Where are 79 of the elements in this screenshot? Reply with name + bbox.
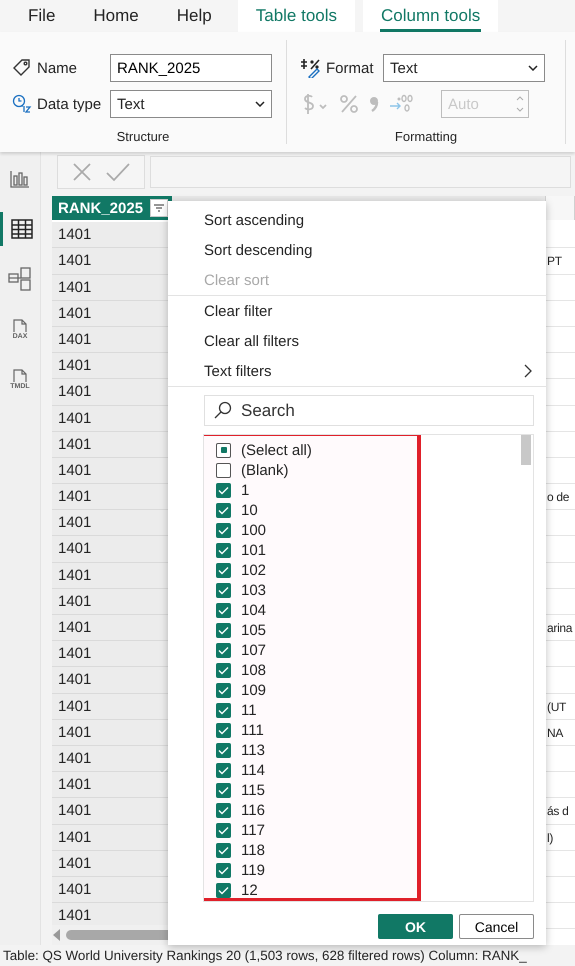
checkbox[interactable] xyxy=(216,862,231,878)
table-icon xyxy=(10,219,32,239)
checkbox-label[interactable]: 103 xyxy=(241,582,266,598)
clock-number-icon xyxy=(12,94,32,114)
checkbox-label[interactable]: (Select all) xyxy=(241,442,312,458)
checkbox[interactable] xyxy=(216,682,231,698)
search-field[interactable]: Search xyxy=(204,395,534,426)
checkbox-label[interactable]: 10 xyxy=(241,502,258,518)
checkbox-label[interactable]: 119 xyxy=(241,862,265,878)
checkbox[interactable] xyxy=(216,582,231,598)
report-icon xyxy=(10,170,30,188)
checkbox-label[interactable]: 104 xyxy=(241,602,266,618)
name-label: Name xyxy=(12,58,104,78)
ribbon-tab[interactable]: Table tools xyxy=(238,0,356,32)
group-label: Formatting xyxy=(394,129,458,144)
checkbox-label[interactable]: 108 xyxy=(241,662,266,678)
checkbox-label[interactable]: 118 xyxy=(241,842,265,858)
checkbox-label[interactable]: 11 xyxy=(241,702,257,718)
format-dropdown[interactable]: Text xyxy=(383,54,545,82)
checkbox[interactable] xyxy=(216,622,231,638)
checkbox-label[interactable]: 101 xyxy=(241,542,266,558)
formula-field[interactable] xyxy=(150,156,571,188)
filter-icon xyxy=(154,204,164,212)
checkbox[interactable] xyxy=(216,502,231,518)
checkbox[interactable] xyxy=(216,542,231,558)
checkbox[interactable] xyxy=(216,802,231,818)
checkbox[interactable] xyxy=(216,842,231,858)
checkbox[interactable] xyxy=(216,722,231,738)
checkbox[interactable] xyxy=(216,702,231,718)
checkbox[interactable] xyxy=(216,462,231,478)
checkbox[interactable] xyxy=(216,762,231,778)
checkbox[interactable] xyxy=(216,562,231,578)
checkbox[interactable] xyxy=(216,522,231,538)
checkbox[interactable] xyxy=(216,822,231,838)
checkbox-label[interactable]: (Blank) xyxy=(241,462,289,478)
name-field[interactable]: RANK_2025 xyxy=(110,54,272,82)
chevron-right-icon xyxy=(524,364,532,378)
checkbox[interactable] xyxy=(216,442,231,458)
data-type-dropdown[interactable]: Text xyxy=(110,90,272,118)
ok-button[interactable]: OK xyxy=(378,914,453,939)
spin-arrows-icon xyxy=(516,95,524,113)
checkmark-icon[interactable] xyxy=(106,162,130,182)
checkbox-label[interactable]: 116 xyxy=(241,802,265,818)
checkbox-label[interactable]: 109 xyxy=(241,682,266,698)
checkbox[interactable] xyxy=(216,482,231,498)
checkbox[interactable] xyxy=(216,882,231,898)
checkbox[interactable] xyxy=(216,742,231,758)
checkbox-label[interactable]: 1 xyxy=(241,482,250,498)
checkbox-label[interactable]: 117 xyxy=(241,822,265,838)
checkbox[interactable] xyxy=(216,602,231,618)
chevron-down-icon xyxy=(528,65,538,71)
checkbox-label[interactable]: 107 xyxy=(241,642,266,658)
search-icon xyxy=(214,401,232,419)
cancel-button[interactable]: Cancel xyxy=(459,914,534,939)
model-icon xyxy=(8,267,32,291)
checkbox-label[interactable]: 115 xyxy=(241,782,265,798)
checkbox-label[interactable]: 111 xyxy=(241,722,264,738)
scrollbar-thumb[interactable] xyxy=(521,435,531,465)
group-label: Structure xyxy=(116,129,170,144)
checkbox-label[interactable]: 102 xyxy=(241,562,266,578)
checkbox[interactable] xyxy=(216,642,231,658)
ribbon-tab[interactable]: Column tools xyxy=(363,0,498,32)
ribbon-tab[interactable]: File xyxy=(10,0,74,32)
checkbox-label[interactable]: 105 xyxy=(241,622,266,638)
tag-icon xyxy=(12,58,32,78)
currency-percent-icon xyxy=(299,58,321,78)
checkbox-label[interactable]: 113 xyxy=(241,742,265,758)
checkbox-label[interactable]: 114 xyxy=(241,762,265,778)
ribbon-tab[interactable]: Help xyxy=(158,0,230,32)
format-label: Format xyxy=(299,58,377,78)
filter-button[interactable] xyxy=(150,199,168,217)
checkbox-label[interactable]: 100 xyxy=(241,522,266,538)
checkbox[interactable] xyxy=(216,662,231,678)
menu-item[interactable]: Text filters xyxy=(168,356,546,387)
checkbox[interactable] xyxy=(216,782,231,798)
data-type-label: Data type xyxy=(12,94,104,114)
chevron-down-icon xyxy=(255,101,265,107)
checkbox-label[interactable]: 12 xyxy=(241,882,258,898)
ribbon-tab[interactable]: Home xyxy=(75,0,157,32)
